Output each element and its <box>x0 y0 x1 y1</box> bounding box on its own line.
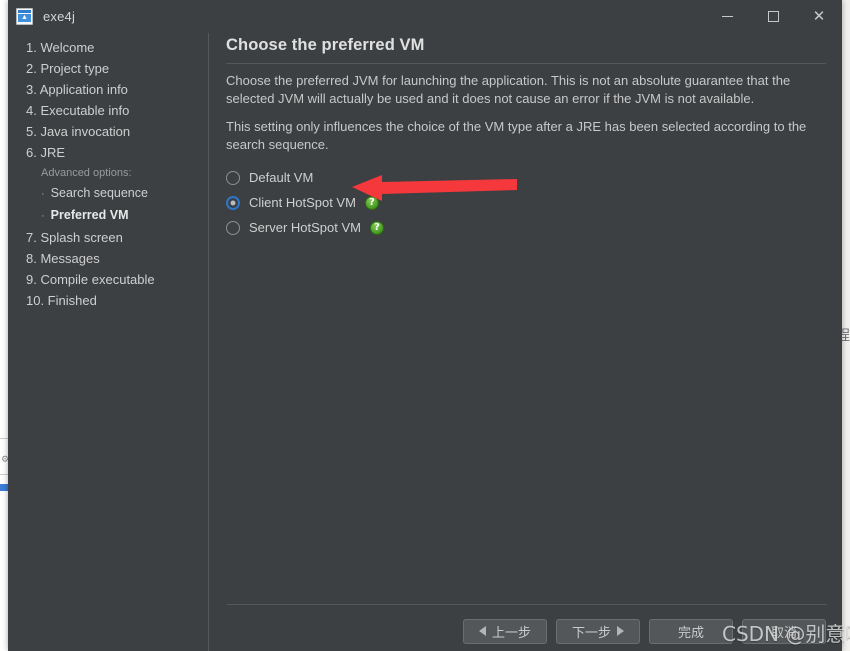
sidebar-item-label: 9. Compile executable <box>26 272 155 287</box>
help-icon[interactable]: ? <box>364 195 379 210</box>
sidebar-item-java-invocation[interactable]: 5. Java invocation <box>8 121 208 142</box>
cancel-button[interactable]: 取消 <box>742 618 826 644</box>
radio-option-server-hotspot-vm[interactable]: Server HotSpot VM ? <box>226 215 626 240</box>
vm-radio-group: Default VM Client HotSpot VM ? Server Ho… <box>226 165 626 240</box>
triangle-left-icon <box>478 626 486 636</box>
radio-label-client-hotspot-vm: Client HotSpot VM <box>249 195 356 210</box>
wizard-step-sidebar: 1. Welcome 2. Project type 3. Applicatio… <box>8 33 208 651</box>
sidebar-item-application-info[interactable]: 3. Application info <box>8 79 208 100</box>
content-panel: Choose the preferred VM Choose the prefe… <box>209 33 842 651</box>
sidebar-item-label: 5. Java invocation <box>26 124 131 139</box>
close-button[interactable]: ✕ <box>796 0 842 33</box>
minimize-icon <box>721 16 733 17</box>
help-icon[interactable]: ? <box>370 220 384 235</box>
minimize-button[interactable] <box>704 0 750 33</box>
sidebar-item-label: 4. Executable info <box>26 103 130 118</box>
title-separator <box>226 63 826 64</box>
window-titlebar: ▲ exe4j ✕ <box>8 0 842 33</box>
sidebar-item-label: 3. Application info <box>26 82 128 97</box>
sidebar-item-label: 7. Splash screen <box>26 230 123 245</box>
window-title: exe4j <box>43 9 76 24</box>
sidebar-item-label: 10. Finished <box>26 293 97 308</box>
sidebar-item-label: 2. Project type <box>26 61 110 76</box>
next-step-label: 下一步 <box>571 625 611 641</box>
radio-option-default-vm[interactable]: Default VM <box>226 165 626 190</box>
sidebar-item-label: Search sequence <box>50 186 148 200</box>
close-icon: ✕ <box>812 7 826 25</box>
finish-button[interactable]: 完成 <box>649 618 733 644</box>
sidebar-item-executable-info[interactable]: 4. Executable info <box>8 100 208 121</box>
triangle-right-icon <box>617 626 624 636</box>
page-title: Choose the preferred VM <box>226 36 425 54</box>
sidebar-item-messages[interactable]: 8. Messages <box>8 248 208 269</box>
radio-button-client-hotspot-vm[interactable] <box>226 195 240 210</box>
sidebar-advanced-options-header: Advanced options: <box>41 167 132 179</box>
radio-label-default-vm: Default VM <box>249 170 314 185</box>
radio-button-server-hotspot-vm[interactable] <box>226 220 240 235</box>
next-step-button[interactable]: 下一步 <box>556 618 640 644</box>
sidebar-item-splash-screen[interactable]: 7. Splash screen <box>8 227 208 248</box>
wizard-button-bar: 上一步 下一步 完成 取消 <box>209 611 842 651</box>
sidebar-item-label: 6. JRE <box>26 145 66 160</box>
exe4j-wizard-window: ▲ exe4j ✕ 1. Welcome 2. Project type 3. … <box>8 0 842 651</box>
sidebar-item-jre[interactable]: 6. JRE <box>8 142 208 163</box>
radio-option-client-hotspot-vm[interactable]: Client HotSpot VM ? <box>226 190 626 215</box>
radio-button-default-vm[interactable] <box>226 170 240 185</box>
previous-step-label: 上一步 <box>491 625 531 641</box>
sidebar-item-label: 8. Messages <box>26 251 100 266</box>
radio-label-server-hotspot-vm: Server HotSpot VM <box>249 220 361 235</box>
description-paragraph-1: Choose the preferred JVM for launching t… <box>226 73 791 106</box>
sidebar-item-search-sequence[interactable]: · Search sequence <box>8 183 208 205</box>
finish-label: 完成 <box>677 625 704 641</box>
description-paragraph-2: This setting only influences the choice … <box>226 119 807 152</box>
footer-separator <box>227 604 827 605</box>
previous-step-button[interactable]: 上一步 <box>463 618 547 644</box>
window-controls: ✕ <box>704 0 842 33</box>
sidebar-item-preferred-vm[interactable]: · Preferred VM <box>8 205 208 227</box>
sidebar-item-label: Preferred VM <box>50 208 129 222</box>
bullet-icon: · <box>41 188 45 200</box>
cancel-label: 取消 <box>770 625 797 641</box>
maximize-icon <box>767 11 779 22</box>
sidebar-item-compile-executable[interactable]: 9. Compile executable <box>8 269 208 290</box>
exe4j-app-icon: ▲ <box>16 8 33 25</box>
sidebar-item-project-type[interactable]: 2. Project type <box>8 58 208 79</box>
maximize-button[interactable] <box>750 0 796 33</box>
bullet-icon: · <box>41 210 45 222</box>
sidebar-item-label: 1. Welcome <box>26 40 95 55</box>
sidebar-item-welcome[interactable]: 1. Welcome <box>8 37 208 58</box>
sidebar-item-finished[interactable]: 10. Finished <box>8 290 208 311</box>
